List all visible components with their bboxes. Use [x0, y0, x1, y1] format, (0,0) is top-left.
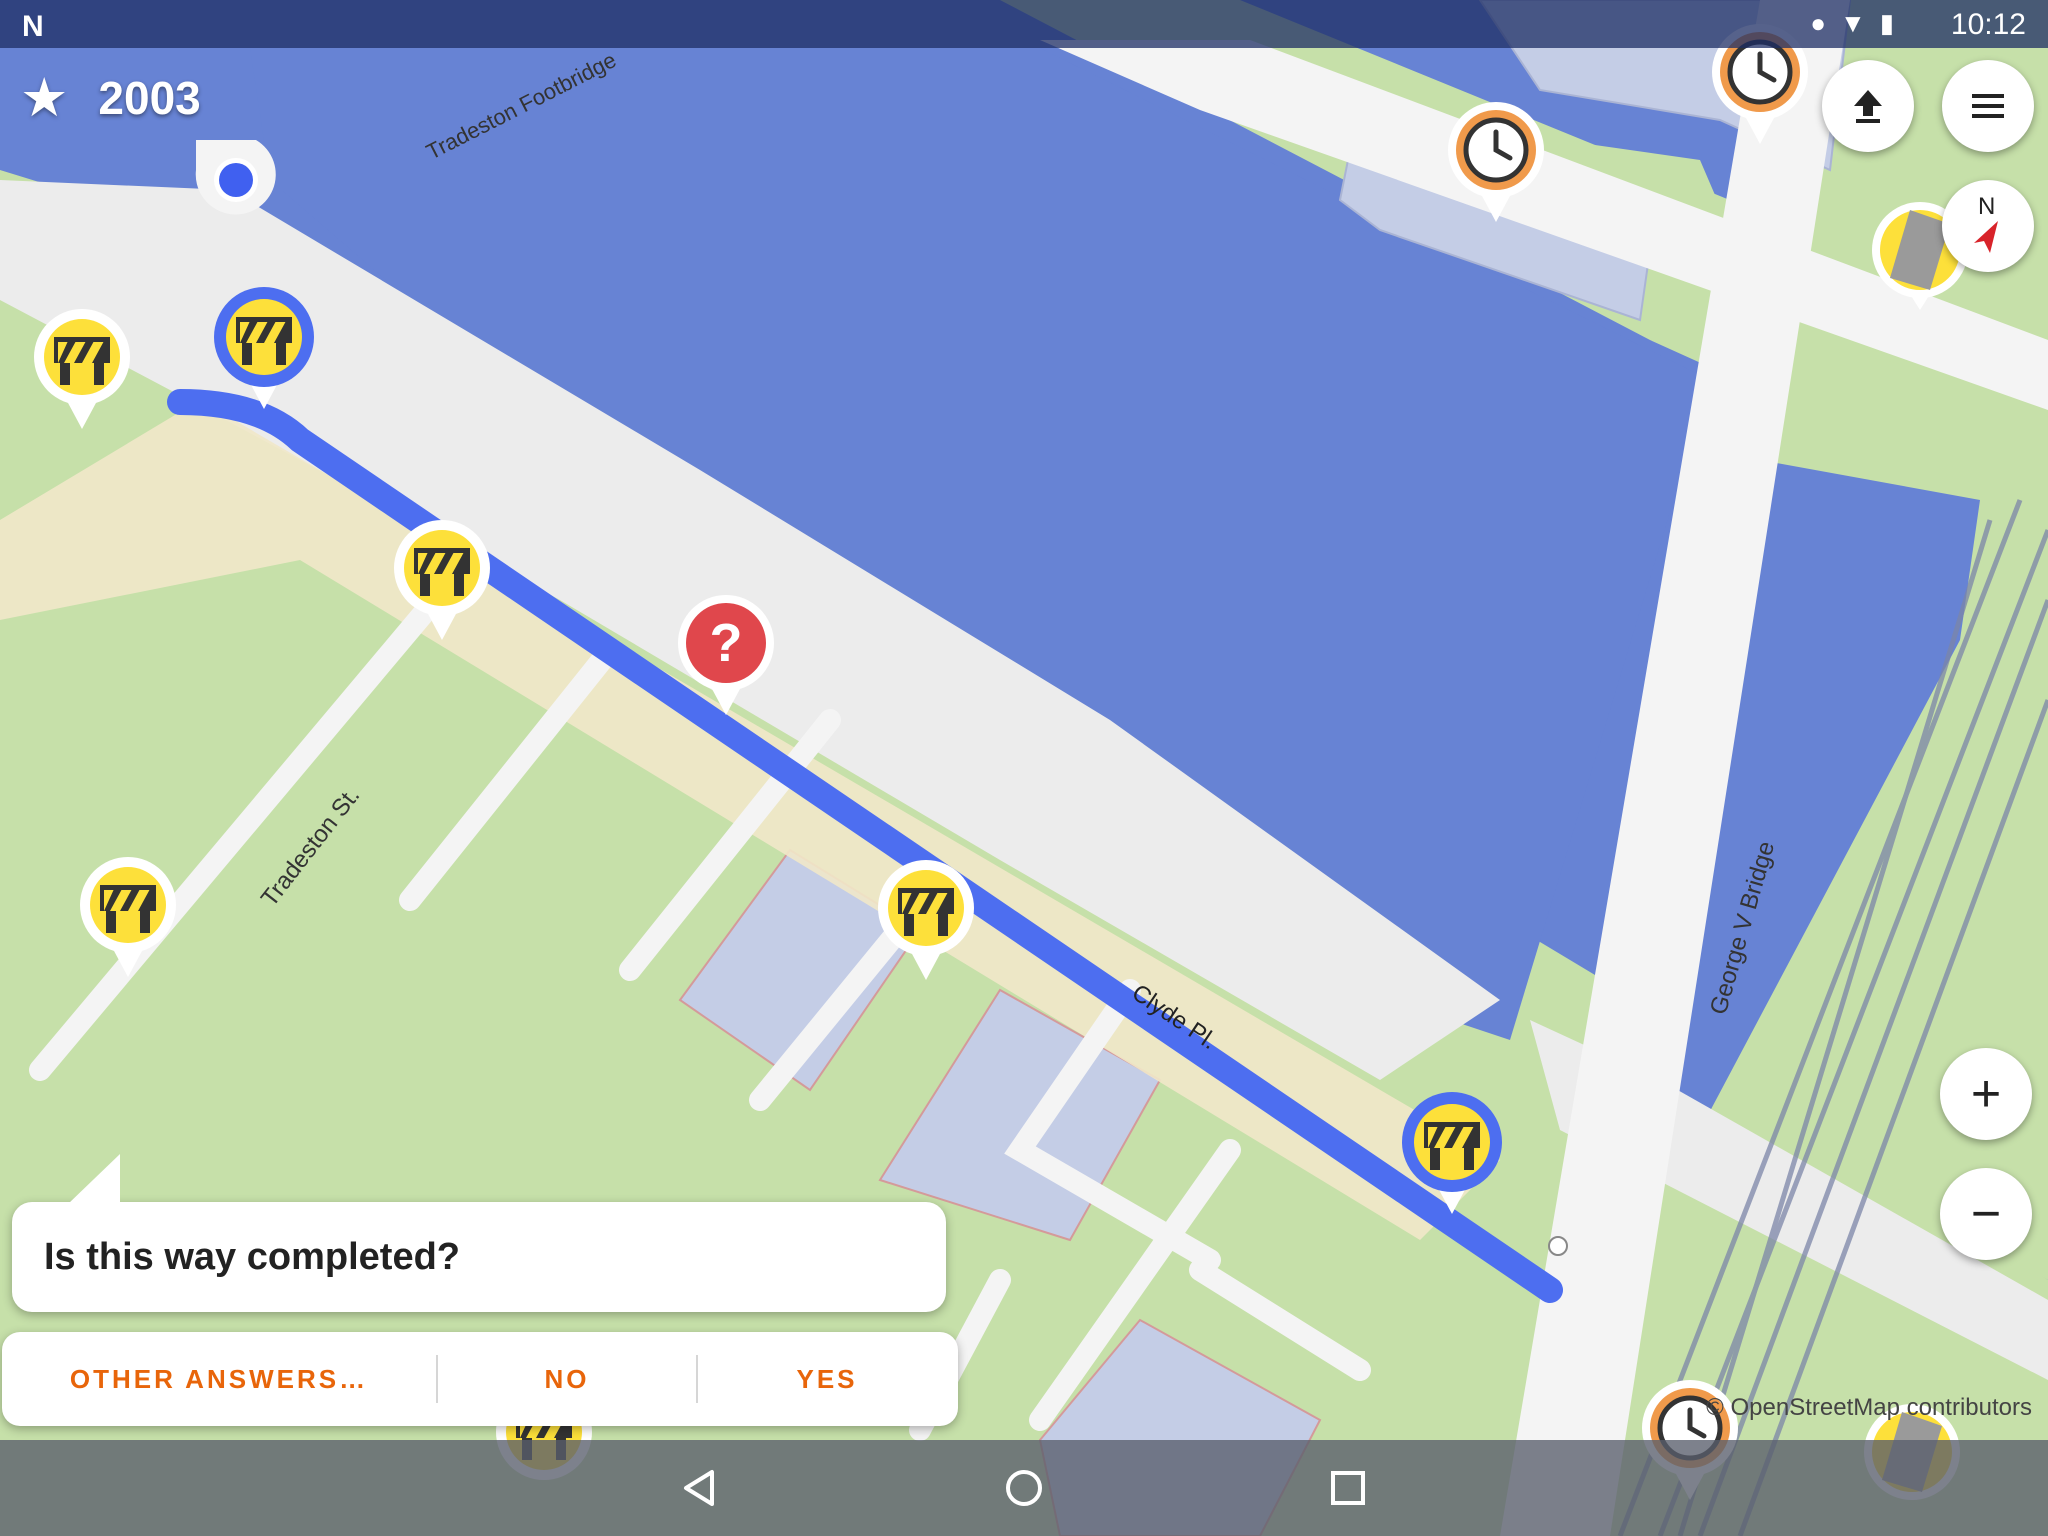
zoom-out-button[interactable]: − — [1940, 1168, 2032, 1260]
svg-text:?: ? — [710, 613, 743, 673]
status-time: 10:12 — [1950, 8, 2026, 41]
compass-north-label: N — [1978, 193, 1996, 220]
no-button[interactable]: NO — [438, 1332, 696, 1426]
zoom-in-button[interactable]: + — [1940, 1048, 2032, 1140]
other-answers-button[interactable]: OTHER ANSWERS… — [2, 1332, 436, 1426]
bubble-tail — [68, 1154, 120, 1204]
quest-question-card: Is this way completed? — [12, 1154, 946, 1312]
answer-counter[interactable]: ★ 2003 — [20, 66, 201, 130]
battery-icon: ▮ — [1879, 8, 1908, 38]
wifi-icon: ▼ — [1839, 8, 1880, 38]
upload-icon — [1854, 90, 1882, 123]
location-icon: ● — [1810, 8, 1840, 38]
compass-button[interactable]: N — [1942, 180, 2034, 272]
home-icon[interactable] — [994, 1458, 1054, 1518]
star-icon: ★ — [20, 68, 69, 128]
answer-bar: OTHER ANSWERS… NO YES — [2, 1332, 958, 1426]
plus-icon: + — [1970, 1065, 2002, 1123]
minus-icon: − — [1970, 1185, 2002, 1243]
back-icon[interactable] — [670, 1458, 730, 1518]
status-icons: ●▼▮ — [1810, 8, 1908, 39]
recents-icon[interactable] — [1318, 1458, 1378, 1518]
compass-icon: N — [1958, 191, 2018, 261]
menu-button[interactable] — [1942, 60, 2034, 152]
yes-button[interactable]: YES — [698, 1332, 956, 1426]
answer-count: 2003 — [98, 72, 201, 124]
status-bar: N ●▼▮ 10:12 — [0, 0, 2048, 48]
menu-icon — [1972, 94, 2004, 118]
quest-question: Is this way completed? — [44, 1236, 460, 1278]
map-attribution[interactable]: © OpenStreetMap contributors — [1706, 1394, 2032, 1422]
upload-button[interactable] — [1822, 60, 1914, 152]
navigation-bar — [0, 1440, 2048, 1536]
notification-logo: N — [22, 10, 44, 43]
